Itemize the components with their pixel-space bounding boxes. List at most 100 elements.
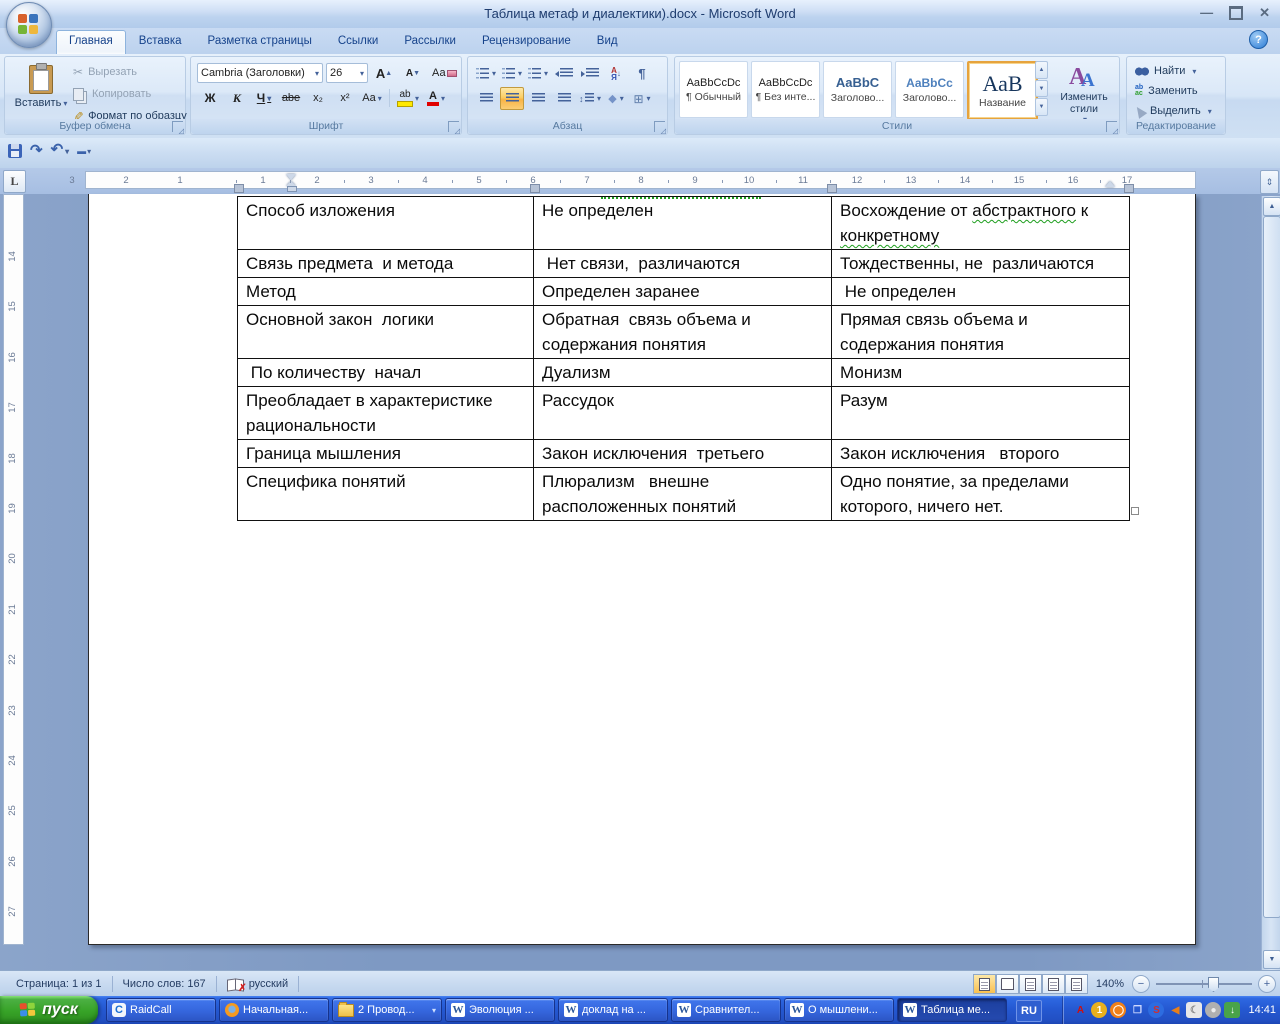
table-cell-7-2[interactable]: Одно понятие, за пределами которого, нич… <box>832 468 1130 521</box>
taskbar-button-0[interactable]: CRaidCall <box>106 998 216 1022</box>
table-cell-6-1[interactable]: Закон исключения третьего <box>534 440 832 468</box>
scroll-down-button[interactable]: ▼ <box>1263 950 1280 969</box>
table-cell-1-0[interactable]: Связь предмета и метода <box>238 250 534 278</box>
audio-device-icon[interactable]: ● <box>1205 1002 1221 1018</box>
document-page[interactable]: Способ изложенияНе определенВосхождение … <box>88 194 1196 945</box>
restore-button[interactable] <box>1229 6 1243 23</box>
ribbon-tab-4[interactable]: Рассылки <box>391 30 469 54</box>
table-cell-6-0[interactable]: Граница мышления <box>238 440 534 468</box>
print-layout-button[interactable] <box>973 974 996 994</box>
align-left-button[interactable] <box>474 87 498 110</box>
style-item-3[interactable]: AaBbCcЗаголово... <box>895 61 964 118</box>
scroll-thumb[interactable] <box>1263 216 1280 918</box>
table-column-marker[interactable] <box>1124 184 1134 193</box>
table-column-marker[interactable] <box>234 184 244 193</box>
underline-button[interactable]: Ч <box>251 87 277 109</box>
style-item-2[interactable]: AaBbCЗаголово... <box>823 61 892 118</box>
save-button[interactable] <box>8 144 22 158</box>
document-table[interactable]: Способ изложенияНе определенВосхождение … <box>237 196 1130 521</box>
decrease-indent-button[interactable] <box>552 62 576 85</box>
find-button[interactable]: Найти <box>1135 61 1212 81</box>
subscript-button[interactable]: x₂ <box>305 87 331 109</box>
table-cell-3-1[interactable]: Обратная связь объема и содержания понят… <box>534 306 832 359</box>
table-cell-3-0[interactable]: Основной закон логики <box>238 306 534 359</box>
paragraph-dialog-launcher[interactable] <box>654 121 665 132</box>
taskbar-button-2[interactable]: 2 Провод...▾ <box>332 998 442 1022</box>
shading-button[interactable]: ◆ <box>604 87 628 110</box>
table-cell-0-1[interactable]: Не определен <box>534 197 832 250</box>
vertical-scrollbar[interactable]: ▲ ▼ <box>1261 196 1280 970</box>
horizontal-ruler[interactable]: 3211234567891011121314151617 <box>85 171 1196 189</box>
ribbon-tab-1[interactable]: Вставка <box>126 30 195 54</box>
replace-button[interactable]: abac Заменить <box>1135 81 1212 101</box>
vertical-ruler[interactable]: 1415161718192021222324252627 <box>3 194 24 945</box>
zoom-level[interactable]: 140% <box>1096 978 1124 990</box>
zoom-in-button[interactable]: + <box>1258 975 1276 993</box>
table-cell-1-1[interactable]: Нет связи, различаются <box>534 250 832 278</box>
table-cell-5-1[interactable]: Рассудок <box>534 387 832 440</box>
taskbar-button-7[interactable]: WТаблица ме... <box>897 998 1007 1022</box>
cut-button[interactable]: ✂ Вырезать <box>71 61 187 83</box>
bold-button[interactable]: Ж <box>197 87 223 109</box>
increase-indent-button[interactable] <box>578 62 602 85</box>
right-indent-marker[interactable] <box>1105 181 1115 187</box>
word-count[interactable]: Число слов: 167 <box>113 976 217 992</box>
font-color-button[interactable]: А <box>423 87 449 109</box>
adobe-reader-icon[interactable]: A <box>1072 1002 1088 1018</box>
superscript-button[interactable]: x² <box>332 87 358 109</box>
align-center-button[interactable] <box>500 87 524 110</box>
font-dialog-launcher[interactable] <box>448 121 459 132</box>
zoom-slider[interactable] <box>1156 983 1252 985</box>
table-cell-4-2[interactable]: Монизм <box>832 359 1130 387</box>
network-icon[interactable]: ❒ <box>1129 1002 1145 1018</box>
scroll-up-button[interactable]: ▲ <box>1263 197 1280 216</box>
table-cell-2-2[interactable]: Не определен <box>832 278 1130 306</box>
taskbar-button-1[interactable]: Начальная... <box>219 998 329 1022</box>
style-item-1[interactable]: AaBbCcDc¶ Без инте... <box>751 61 820 118</box>
zoom-out-button[interactable]: − <box>1132 975 1150 993</box>
close-button[interactable]: ✕ <box>1259 6 1270 23</box>
italic-button[interactable]: К <box>224 87 250 109</box>
line-spacing-button[interactable]: ↕ <box>578 87 602 110</box>
clear-formatting-button[interactable]: Аа <box>429 62 460 84</box>
outline-button[interactable] <box>1042 974 1065 994</box>
highlight-button[interactable]: ab <box>394 87 422 109</box>
table-cell-1-2[interactable]: Тождественны, не различаются <box>832 250 1130 278</box>
shrink-font-button[interactable]: А▼ <box>400 62 426 84</box>
redo-button[interactable]: ↷ <box>30 143 43 158</box>
minimize-button[interactable]: — <box>1200 6 1213 23</box>
font-size-combo[interactable]: 26▾ <box>326 63 368 83</box>
sort-button[interactable]: АЯ ↓ <box>604 62 628 85</box>
grow-font-button[interactable]: А▲ <box>371 62 397 84</box>
table-cell-4-0[interactable]: По количеству начал <box>238 359 534 387</box>
table-resize-handle[interactable] <box>1131 507 1139 515</box>
taskbar-button-6[interactable]: WО мышлени... <box>784 998 894 1022</box>
style-gallery-scroll-up[interactable]: ▲ <box>1035 61 1048 79</box>
tab-selector[interactable]: L <box>3 170 26 193</box>
start-button[interactable]: пуск <box>0 996 98 1024</box>
clipboard-dialog-launcher[interactable] <box>172 121 183 132</box>
multilevel-list-button[interactable] <box>526 62 550 85</box>
ruler-toggle-button[interactable]: ⇕ <box>1260 170 1279 194</box>
table-cell-6-2[interactable]: Закон исключения второго <box>832 440 1130 468</box>
style-gallery-more[interactable]: ▼ <box>1035 98 1048 116</box>
table-cell-7-0[interactable]: Специфика понятий <box>238 468 534 521</box>
copy-button[interactable]: Копировать <box>71 83 187 105</box>
strikethrough-button[interactable]: abe <box>278 87 304 109</box>
undo-button[interactable]: ↶ <box>51 142 70 159</box>
taskbar-button-4[interactable]: Wдоклад на ... <box>558 998 668 1022</box>
borders-button[interactable]: ⊞ <box>630 87 654 110</box>
table-cell-0-2[interactable]: Восхождение от абстрактного к конкретном… <box>832 197 1130 250</box>
font-name-combo[interactable]: Cambria (Заголовки)▾ <box>197 63 323 83</box>
first-line-indent-marker[interactable] <box>286 174 296 180</box>
language-indicator[interactable]: ✗ русский <box>217 976 299 992</box>
moon-app-icon[interactable]: ☾ <box>1186 1002 1202 1018</box>
numbering-button[interactable] <box>500 62 524 85</box>
table-cell-5-0[interactable]: Преобладает в характеристике рационально… <box>238 387 534 440</box>
ribbon-tab-6[interactable]: Вид <box>584 30 631 54</box>
table-cell-2-0[interactable]: Метод <box>238 278 534 306</box>
full-screen-reading-button[interactable] <box>996 974 1019 994</box>
ribbon-tab-3[interactable]: Ссылки <box>325 30 392 54</box>
web-layout-button[interactable] <box>1019 974 1042 994</box>
notification-1-icon[interactable]: 1 <box>1091 1002 1107 1018</box>
